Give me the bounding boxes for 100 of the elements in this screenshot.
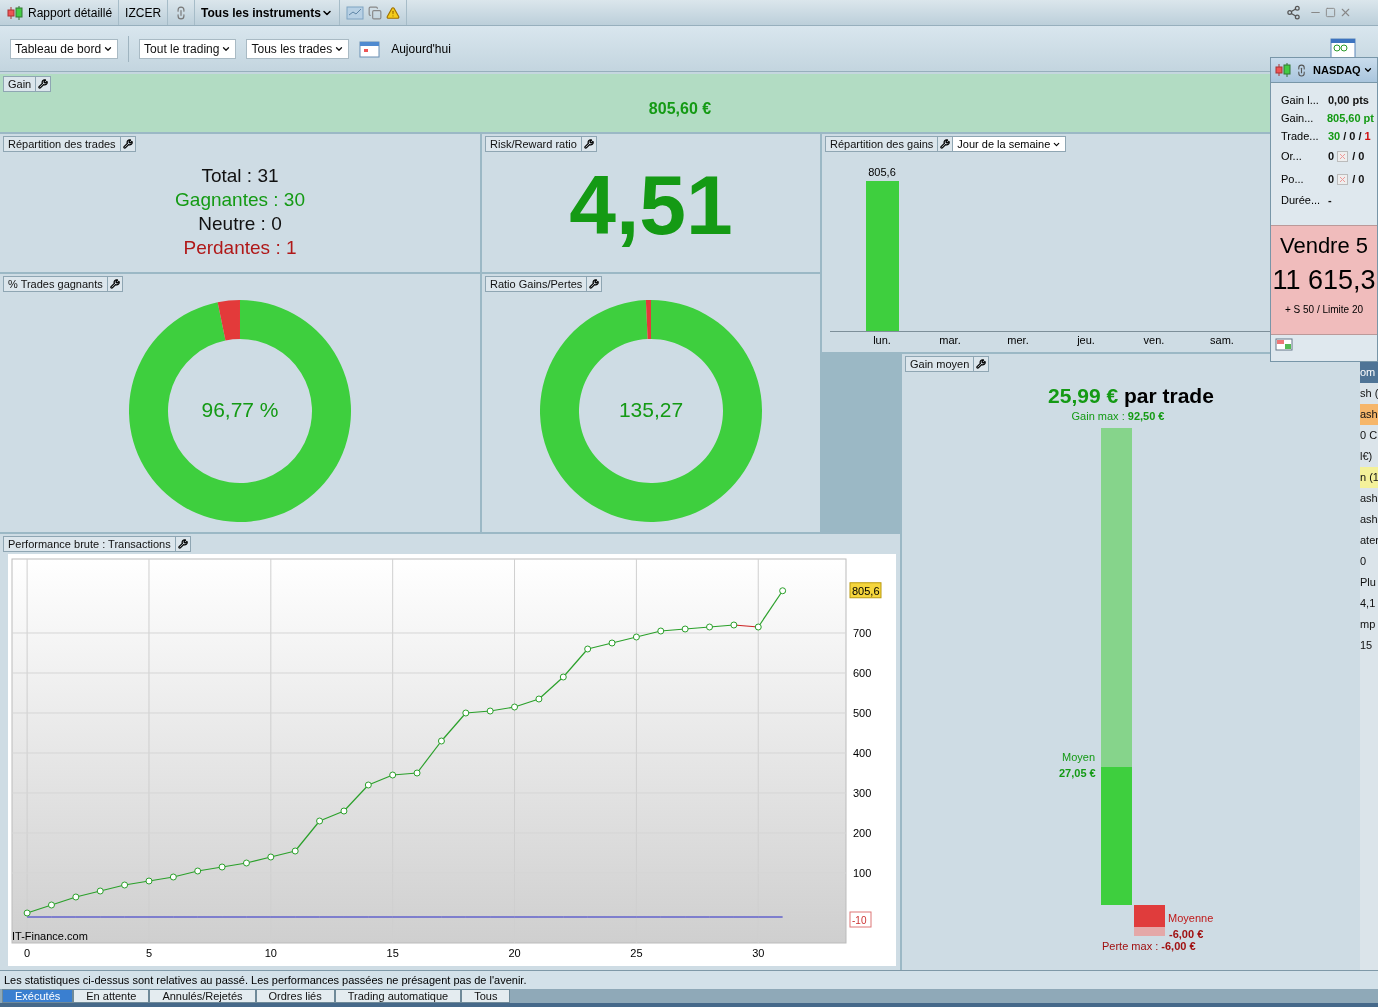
- order-side: Vendre 5: [1279, 233, 1369, 259]
- data-point: [657, 627, 665, 635]
- settings-button[interactable]: [587, 276, 603, 292]
- stat-label: Gain...: [1281, 111, 1315, 124]
- average-label: Moyen: [1062, 751, 1096, 763]
- sell-order-button[interactable]: Vendre 5 11 615,3 + S 50 / Limite 20: [1271, 225, 1377, 335]
- disclaimer: Les statistiques ci-dessus sont relatives au passé. Les performances passées ne présagent pas de l'avenir.: [0, 970, 1378, 989]
- settings-button[interactable]: [974, 356, 990, 372]
- data-point: [23, 909, 31, 917]
- data-point: [194, 867, 202, 875]
- data-point: [48, 901, 55, 909]
- ratio-value: 4,51: [569, 156, 733, 254]
- axis-label: 700: [853, 627, 872, 639]
- data-point: [779, 587, 787, 595]
- instrument-dropdown[interactable]: Tous les instruments: [201, 5, 333, 20]
- axis-label: mar.: [939, 334, 961, 346]
- stat-label: Or...: [1281, 150, 1303, 162]
- settings-button[interactable]: [36, 76, 52, 92]
- stat-value: / 0: [1352, 150, 1365, 162]
- filter-dropdown[interactable]: Tous les trades: [246, 38, 350, 59]
- axis-label: 10: [264, 947, 277, 959]
- data-point: [145, 877, 153, 885]
- background-text: sh (: [1360, 386, 1378, 401]
- panel-title: Répartition des trades: [3, 136, 121, 152]
- grid-icon[interactable]: [1275, 338, 1295, 354]
- average-loss-value: -6,00 €: [1169, 928, 1204, 940]
- data-point: [437, 737, 445, 745]
- axis-label: 600: [853, 667, 872, 679]
- average-gain: 25,99 € par trade: [1047, 384, 1215, 408]
- orders-tab[interactable]: Ordres liés: [255, 989, 335, 1003]
- data-point: [608, 639, 616, 647]
- data-point: [559, 673, 567, 681]
- order-price: 11 615,3: [1272, 265, 1376, 296]
- data-point: [754, 623, 762, 631]
- background-text: l€): [1360, 449, 1374, 464]
- axis-label: 20: [508, 947, 521, 959]
- background-text: 4,1: [1360, 596, 1377, 611]
- data-point: [291, 847, 299, 855]
- axis-label: ven.: [1143, 334, 1165, 346]
- axis-label: 400: [853, 747, 872, 759]
- background-text: 15: [1360, 638, 1374, 653]
- stat-label: Trade...: [1281, 129, 1320, 142]
- panel-title: % Trades gagnants: [3, 276, 108, 292]
- panel-title: Gain moyen: [905, 356, 975, 372]
- axis-label: 100: [853, 867, 872, 879]
- background-text: 0: [1360, 554, 1368, 569]
- candlestick-icon: [6, 4, 24, 21]
- order-details: + S 50 / Limite 20: [1284, 304, 1364, 315]
- axis-label: 300: [853, 787, 872, 799]
- data-point: [316, 817, 324, 825]
- wrench-icon: [589, 279, 600, 289]
- stat-value: / 0 /: [1343, 129, 1362, 142]
- stat-value: 1: [1364, 129, 1371, 142]
- data-point: [511, 703, 519, 711]
- period-dropdown[interactable]: Jour de la semaine: [953, 136, 1067, 152]
- orders-tab[interactable]: Tous: [461, 989, 511, 1003]
- data-point: [486, 707, 494, 715]
- orders-tab[interactable]: Trading automatique: [334, 989, 462, 1003]
- data-point: [730, 621, 738, 629]
- data-point: [462, 709, 470, 717]
- share-icon[interactable]: [1286, 5, 1301, 20]
- stat-value: -: [1328, 193, 1332, 206]
- trade-count: Gagnantes : 30: [175, 188, 305, 212]
- close-icon[interactable]: [1339, 6, 1352, 19]
- background-text: ash: [1360, 404, 1378, 425]
- settings-button[interactable]: [938, 136, 954, 152]
- warning-icon[interactable]: [385, 5, 400, 20]
- data-point: [681, 625, 689, 633]
- orders-tab[interactable]: En attente: [73, 989, 150, 1003]
- max-gain-label: Gain max : 92,50 €: [1070, 410, 1166, 422]
- copy-icon[interactable]: [367, 5, 382, 20]
- window-title: Rapport détaillé: [28, 5, 113, 20]
- wrench-icon: [122, 139, 133, 149]
- panel-title: Risk/Reward ratio: [485, 136, 582, 152]
- gain-value: 805,60 €: [648, 100, 712, 118]
- orders-tab[interactable]: Annulés/Rejetés: [149, 989, 256, 1003]
- panel-title: Ratio Gains/Pertes: [485, 276, 588, 292]
- axis-label: 500: [853, 707, 872, 719]
- data-point: [389, 771, 397, 779]
- background-text: om: [1360, 362, 1378, 383]
- caret-icon: [1362, 65, 1373, 75]
- axis-label: lun.: [873, 334, 891, 346]
- axis-label: mer.: [1007, 334, 1029, 346]
- panel-title: Répartition des gains: [825, 136, 939, 152]
- filter-dropdown[interactable]: Tout le trading: [139, 38, 237, 59]
- data-point: [364, 781, 372, 789]
- report-icon[interactable]: [1330, 37, 1356, 60]
- data-point: [218, 863, 226, 871]
- axis-label: 5: [145, 947, 153, 959]
- calendar-icon[interactable]: [359, 38, 382, 59]
- value-tag: 805,6: [849, 582, 882, 599]
- data-point: [632, 633, 640, 641]
- date-label: Aujourd'hui: [391, 41, 451, 56]
- orders-tab[interactable]: Exécutés: [2, 989, 74, 1003]
- link-icon[interactable]: [1295, 63, 1308, 77]
- account-name: IZCER: [125, 5, 162, 20]
- data-point: [535, 695, 543, 703]
- filter-dropdown[interactable]: Tableau de bord: [10, 38, 119, 59]
- chart-add-icon[interactable]: [345, 5, 364, 20]
- stat-value: 0: [1328, 173, 1335, 185]
